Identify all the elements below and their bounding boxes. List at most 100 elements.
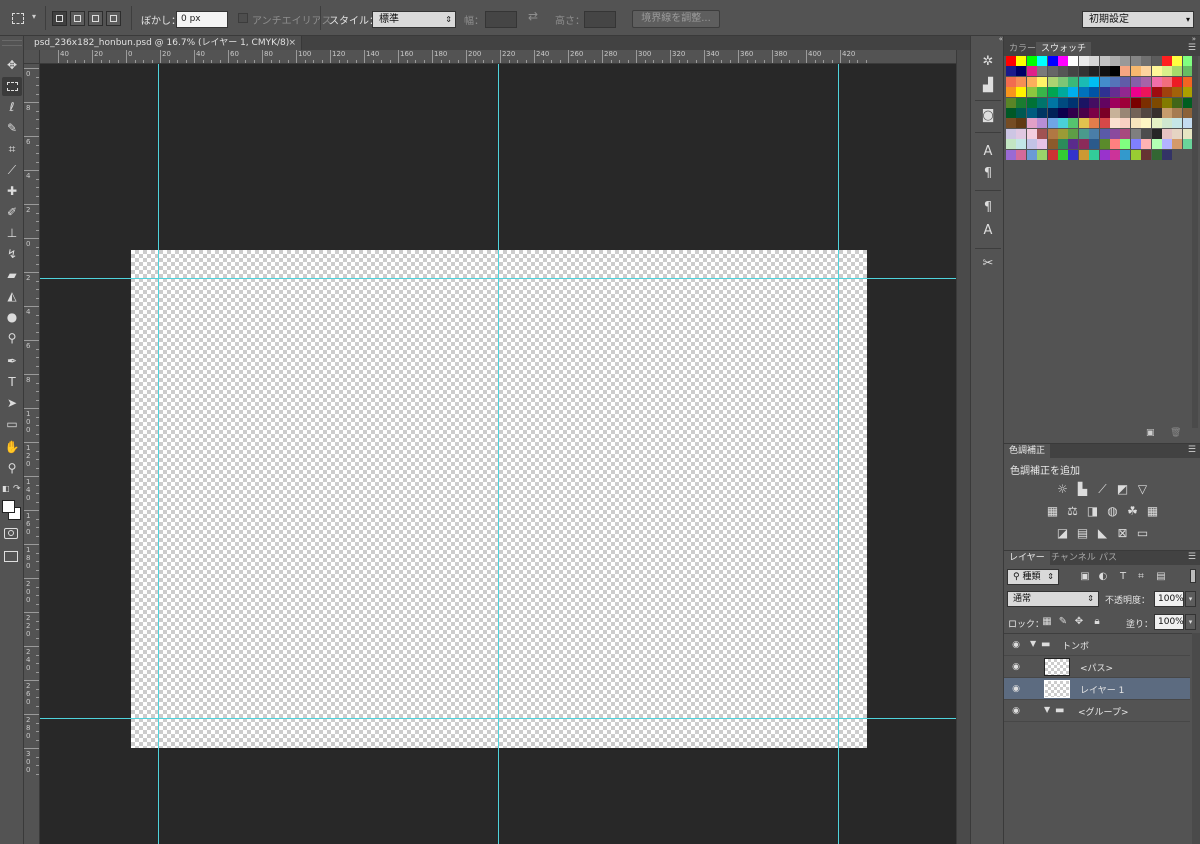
layer-filter-select[interactable]: ⚲ 種類 ⇕: [1007, 569, 1059, 585]
color-swatch[interactable]: [1162, 66, 1172, 77]
tab-channels[interactable]: チャンネル: [1046, 551, 1101, 565]
color-swatch[interactable]: [1099, 149, 1110, 160]
color-swatch[interactable]: [1037, 118, 1048, 129]
trash-icon[interactable]: 🗑: [1170, 428, 1181, 438]
black-white-icon[interactable]: ◨: [1084, 503, 1101, 520]
color-swatch[interactable]: [1089, 56, 1100, 66]
lock-image-icon[interactable]: ✎: [1056, 615, 1070, 629]
color-swatch[interactable]: [1006, 149, 1016, 160]
lock-all-icon[interactable]: 🔒︎: [1090, 615, 1104, 629]
color-swatch[interactable]: [1068, 56, 1079, 66]
color-swatch[interactable]: [1089, 149, 1100, 160]
color-swatch[interactable]: [1037, 128, 1048, 139]
color-swatch[interactable]: [1130, 139, 1141, 150]
color-swatch[interactable]: [1047, 149, 1058, 160]
color-swatch[interactable]: [1151, 128, 1162, 139]
color-swatch[interactable]: [1130, 56, 1141, 66]
color-swatch[interactable]: [1078, 56, 1089, 66]
color-swatch[interactable]: [1141, 66, 1152, 77]
color-swatch[interactable]: [1047, 108, 1058, 118]
color-swatch[interactable]: [1006, 56, 1016, 66]
color-swatch[interactable]: [1016, 56, 1027, 66]
color-swatch[interactable]: [1078, 128, 1089, 139]
history-brush-tool-icon[interactable]: ↯: [2, 245, 22, 264]
color-swatch[interactable]: [1006, 76, 1016, 87]
color-swatch[interactable]: [1151, 56, 1162, 66]
color-swatch[interactable]: [1151, 108, 1162, 118]
color-swatch[interactable]: [1089, 76, 1100, 87]
color-swatch[interactable]: [1016, 149, 1027, 160]
color-swatch[interactable]: [1058, 76, 1068, 87]
color-lookup-icon[interactable]: ▦: [1144, 503, 1161, 520]
color-swatch[interactable]: [1089, 87, 1100, 98]
color-swatch[interactable]: [1068, 128, 1079, 139]
color-swatch[interactable]: [1110, 108, 1120, 118]
color-swatch[interactable]: [1110, 87, 1120, 98]
blur-tool-icon[interactable]: ●: [2, 308, 22, 327]
color-swatch[interactable]: [1130, 66, 1141, 77]
rectangle-tool-icon[interactable]: ▭: [2, 415, 22, 434]
style-select[interactable]: 標準 ⇕: [372, 11, 456, 28]
color-swatch[interactable]: [1089, 66, 1100, 77]
tab-layers[interactable]: レイヤー: [1004, 551, 1050, 565]
color-swatch[interactable]: [1162, 97, 1172, 108]
color-swatch[interactable]: [1130, 149, 1141, 160]
color-swatch[interactable]: [1162, 56, 1172, 66]
canvas-area[interactable]: [40, 64, 956, 844]
color-swatch[interactable]: [1006, 139, 1016, 150]
color-swatch[interactable]: [1120, 128, 1131, 139]
color-swatch[interactable]: [1162, 128, 1172, 139]
layer-row[interactable]: ◉ レイヤー 1: [1004, 678, 1190, 700]
subtract-selection-button[interactable]: [88, 11, 103, 26]
color-swatch[interactable]: [1037, 76, 1048, 87]
color-swatch[interactable]: [1110, 97, 1120, 108]
color-swatch[interactable]: [1089, 108, 1100, 118]
color-swatch[interactable]: [1026, 149, 1037, 160]
invert-icon[interactable]: ◪: [1054, 525, 1071, 542]
vertical-scrollbar[interactable]: [956, 50, 970, 844]
color-swatch[interactable]: [1089, 118, 1100, 129]
color-swatch[interactable]: [1016, 97, 1027, 108]
transparent-artboard[interactable]: [131, 250, 867, 748]
color-swatch[interactable]: [1068, 118, 1079, 129]
path-select-tool-icon[interactable]: ➤: [2, 394, 22, 413]
color-swatch[interactable]: [1099, 108, 1110, 118]
color-swatch[interactable]: [1026, 118, 1037, 129]
hue-saturation-icon[interactable]: ▦: [1044, 503, 1061, 520]
dodge-tool-icon[interactable]: ⚲: [2, 329, 22, 348]
color-swatch[interactable]: [1037, 97, 1048, 108]
marquee-preset-button[interactable]: ▾: [8, 9, 42, 29]
guide-horizontal[interactable]: [40, 718, 956, 719]
screen-mode-icon[interactable]: [4, 551, 18, 562]
channel-mixer-icon[interactable]: ☘: [1124, 503, 1141, 520]
color-swatch[interactable]: [1110, 139, 1120, 150]
color-swatch[interactable]: [1016, 128, 1027, 139]
marquee-tool-icon[interactable]: [2, 77, 22, 96]
histogram-panel-icon[interactable]: ▟: [977, 76, 999, 96]
lasso-tool-icon[interactable]: ℓ: [2, 98, 22, 117]
color-swatch[interactable]: [1068, 87, 1079, 98]
threshold-icon[interactable]: ◣: [1094, 525, 1111, 542]
color-swatch[interactable]: [1078, 66, 1089, 77]
color-swatch[interactable]: [1047, 97, 1058, 108]
filter-adjustment-icon[interactable]: ◐: [1096, 570, 1110, 584]
color-swatch[interactable]: [1110, 118, 1120, 129]
color-swatch[interactable]: [1130, 76, 1141, 87]
color-swatch[interactable]: [1130, 87, 1141, 98]
navigator-panel-icon[interactable]: ✲: [977, 52, 999, 72]
photo-filter-icon[interactable]: ◍: [1104, 503, 1121, 520]
color-swatch[interactable]: [1110, 149, 1120, 160]
color-swatch[interactable]: [1016, 108, 1027, 118]
guide-vertical[interactable]: [498, 64, 499, 844]
color-swatch[interactable]: [1016, 118, 1027, 129]
color-swatch[interactable]: [1172, 87, 1183, 98]
color-swatch[interactable]: [1037, 56, 1048, 66]
color-swatch[interactable]: [1151, 76, 1162, 87]
workspace-select[interactable]: 初期設定 ▾: [1082, 11, 1194, 28]
color-swatch[interactable]: [1037, 139, 1048, 150]
color-swatch[interactable]: [1016, 139, 1027, 150]
color-swatch[interactable]: [1058, 56, 1068, 66]
color-swatch[interactable]: [1162, 149, 1172, 160]
brush-tool-icon[interactable]: ✐: [2, 203, 22, 222]
color-swatch[interactable]: [1172, 118, 1183, 129]
